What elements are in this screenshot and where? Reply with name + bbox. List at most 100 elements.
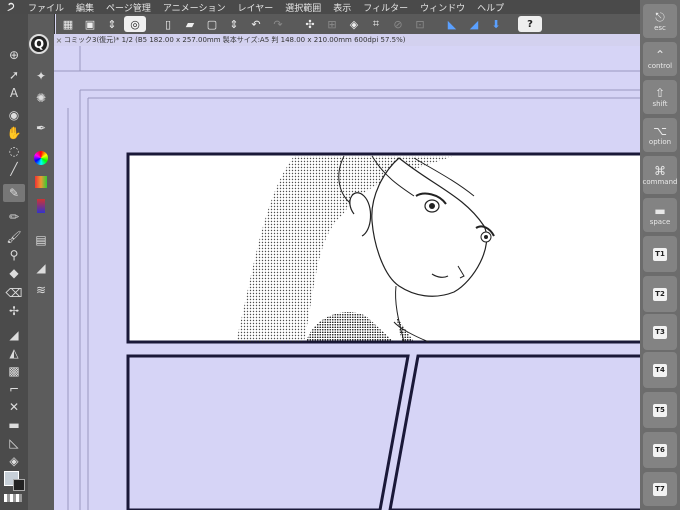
brush-size-icon[interactable]: ✒ [30, 118, 52, 138]
open-folder-icon[interactable]: ▰ [180, 16, 200, 32]
new-document-icon[interactable]: ▯ [158, 16, 178, 32]
edge-key-t2[interactable]: T2 [643, 276, 677, 312]
zoom-icon[interactable]: ⊕ [3, 46, 25, 64]
space-icon: ▬ [654, 203, 666, 218]
snap-ruler-icon[interactable]: ◣ [442, 16, 462, 32]
menu-file[interactable]: ファイル [22, 1, 70, 14]
deselect-icon[interactable]: ⊘ [388, 16, 408, 32]
snap-grid-icon[interactable]: ⬇ [486, 16, 506, 32]
edge-key-label: T6 [653, 443, 667, 457]
menu-animation[interactable]: アニメーション [157, 1, 232, 14]
companion-mode-icon[interactable]: ◎ [124, 16, 146, 32]
undo-icon[interactable]: ↶ [246, 16, 266, 32]
menu-window[interactable]: ウィンドウ [414, 1, 471, 14]
manga-page [54, 46, 640, 510]
decoration-icon[interactable]: ◆ [3, 264, 25, 282]
save-icon[interactable]: ▢ [202, 16, 222, 32]
ruler-icon[interactable]: ✕ [3, 398, 25, 416]
clear-outside-icon[interactable]: ⊞ [322, 16, 342, 32]
menu-bar: ੭ ファイル 編集 ページ管理 アニメーション レイヤー 選択範囲 表示 フィル… [0, 0, 640, 14]
correct-line-icon[interactable]: ◺ [3, 434, 25, 452]
operation-icon[interactable]: ➚ [3, 66, 25, 84]
menu-filter[interactable]: フィルター [357, 1, 414, 14]
close-tab-icon[interactable]: × [54, 36, 64, 45]
updown-icon[interactable]: ⇕ [102, 16, 122, 32]
option-icon: ⌥ [653, 123, 667, 138]
transparent-color-swatch[interactable] [4, 494, 22, 502]
color-set-icon[interactable] [30, 172, 52, 192]
hand-icon[interactable]: ✋ [3, 124, 25, 142]
edge-key-option[interactable]: ⌥ option [643, 118, 677, 152]
edge-key-t4[interactable]: T4 [643, 352, 677, 388]
document-title: コミック3(復元)* 1/2 (B5 182.00 x 257.00mm 製本サ… [64, 36, 406, 44]
navigator-icon[interactable]: Q [29, 34, 49, 54]
lasso-icon[interactable]: ◌ [3, 142, 25, 160]
snap-special-ruler-icon[interactable]: ◢ [464, 16, 484, 32]
gradient-icon[interactable]: ◭ [3, 344, 25, 362]
brush-icon[interactable]: 🖌 [3, 228, 25, 246]
tool-property-icon[interactable]: ✺ [30, 88, 52, 108]
menu-help[interactable]: ヘルプ [471, 1, 510, 14]
edge-key-t1[interactable]: T1 [643, 236, 677, 272]
figure-icon[interactable]: ▩ [3, 362, 25, 380]
edge-key-label: command [642, 177, 678, 186]
palette-dock: Q ✦ ✺ ✒ ▤ ◢ ≋ [28, 14, 55, 510]
layers-icon[interactable]: ≋ [30, 280, 52, 300]
edge-key-command[interactable]: ⌘ command [643, 156, 677, 194]
edge-key-control[interactable]: ⌃ control [643, 42, 677, 76]
edge-key-t3[interactable]: T3 [643, 314, 677, 350]
fill-icon[interactable]: ◈ [344, 16, 364, 32]
sub-tool-icon[interactable]: ✦ [30, 66, 52, 86]
menu-view[interactable]: 表示 [327, 1, 357, 14]
menu-edit[interactable]: 編集 [70, 1, 100, 14]
edge-key-t7[interactable]: T7 [643, 472, 677, 506]
eyedropper-icon[interactable]: ╱ [3, 160, 25, 178]
edge-keyboard: ⎋ esc ⌃ control ⇧ shift ⌥ option ⌘ command ▬ s… [640, 0, 680, 510]
command-bar: ▦ ▣ ⇕ ◎ ▯ ▰ ▢ ⇕ ↶ ↷ ✣ ⊞ ◈ ⌗ ⊘ ⊡ ◣ ◢ ⬇ ? [56, 14, 640, 34]
color-wheel-icon[interactable] [30, 148, 52, 168]
text-icon[interactable]: A [3, 84, 25, 102]
pen-tool-icon[interactable]: ✎ [3, 184, 25, 202]
edge-key-space[interactable]: ▬ space [643, 198, 677, 232]
edge-key-shift[interactable]: ⇧ shift [643, 80, 677, 114]
frame-border-icon[interactable]: ⌐ [3, 380, 25, 398]
eraser-icon[interactable]: ⌫ [3, 284, 25, 302]
edge-key-label: option [648, 137, 672, 146]
intermediate-color-icon[interactable] [30, 196, 52, 216]
show-selection-icon[interactable]: ⊡ [410, 16, 430, 32]
transform-icon[interactable]: ⌗ [366, 16, 386, 32]
grid-icon[interactable]: ▦ [58, 16, 78, 32]
screenshot-icon[interactable]: ▣ [80, 16, 100, 32]
edge-key-label: shift [652, 99, 668, 108]
redo-icon[interactable]: ↷ [268, 16, 288, 32]
help-button[interactable]: ? [518, 16, 542, 32]
layer-move-icon[interactable]: ◉ [3, 106, 25, 124]
sub-color-swatch[interactable] [13, 479, 25, 491]
clear-icon[interactable]: ✣ [300, 16, 320, 32]
menu-page-management[interactable]: ページ管理 [100, 1, 157, 14]
fill-bucket-icon[interactable]: ◢ [3, 326, 25, 344]
airbrush-icon[interactable]: ⚲ [3, 246, 25, 264]
save-menu-icon[interactable]: ⇕ [224, 16, 244, 32]
esc-icon: ⎋ [655, 9, 665, 24]
edge-key-label: T5 [653, 403, 667, 417]
edge-key-label: control [647, 61, 673, 70]
canvas[interactable] [54, 46, 640, 510]
edge-key-t5[interactable]: T5 [643, 392, 677, 428]
blend-icon[interactable]: ✢ [3, 302, 25, 320]
edge-key-label: T4 [653, 363, 667, 377]
edge-key-esc[interactable]: ⎋ esc [643, 4, 677, 38]
menu-layer[interactable]: レイヤー [232, 1, 280, 14]
frame-panel-bottom-left [126, 354, 410, 510]
menu-selection[interactable]: 選択範囲 [279, 1, 327, 14]
material-icon[interactable]: ▤ [30, 230, 52, 250]
balloon-icon[interactable]: ▬ [3, 416, 25, 434]
pencil-icon[interactable]: ✏ [3, 208, 25, 226]
tool-palette: ⊕ ➚ A ◉ ✋ ◌ ╱ ✎ ✏ 🖌 ⚲ ◆ ⌫ ✢ ◢ ◭ ▩ ⌐ ✕ ▬ … [0, 14, 28, 510]
layer-property-icon[interactable]: ◢ [30, 258, 52, 278]
edge-key-t6[interactable]: T6 [643, 432, 677, 468]
edge-key-label: esc [654, 23, 666, 32]
app-logo-icon[interactable]: ੭ [0, 0, 22, 14]
edge-key-label: space [649, 217, 671, 226]
operation-dot-icon[interactable]: ◈ [3, 452, 25, 470]
